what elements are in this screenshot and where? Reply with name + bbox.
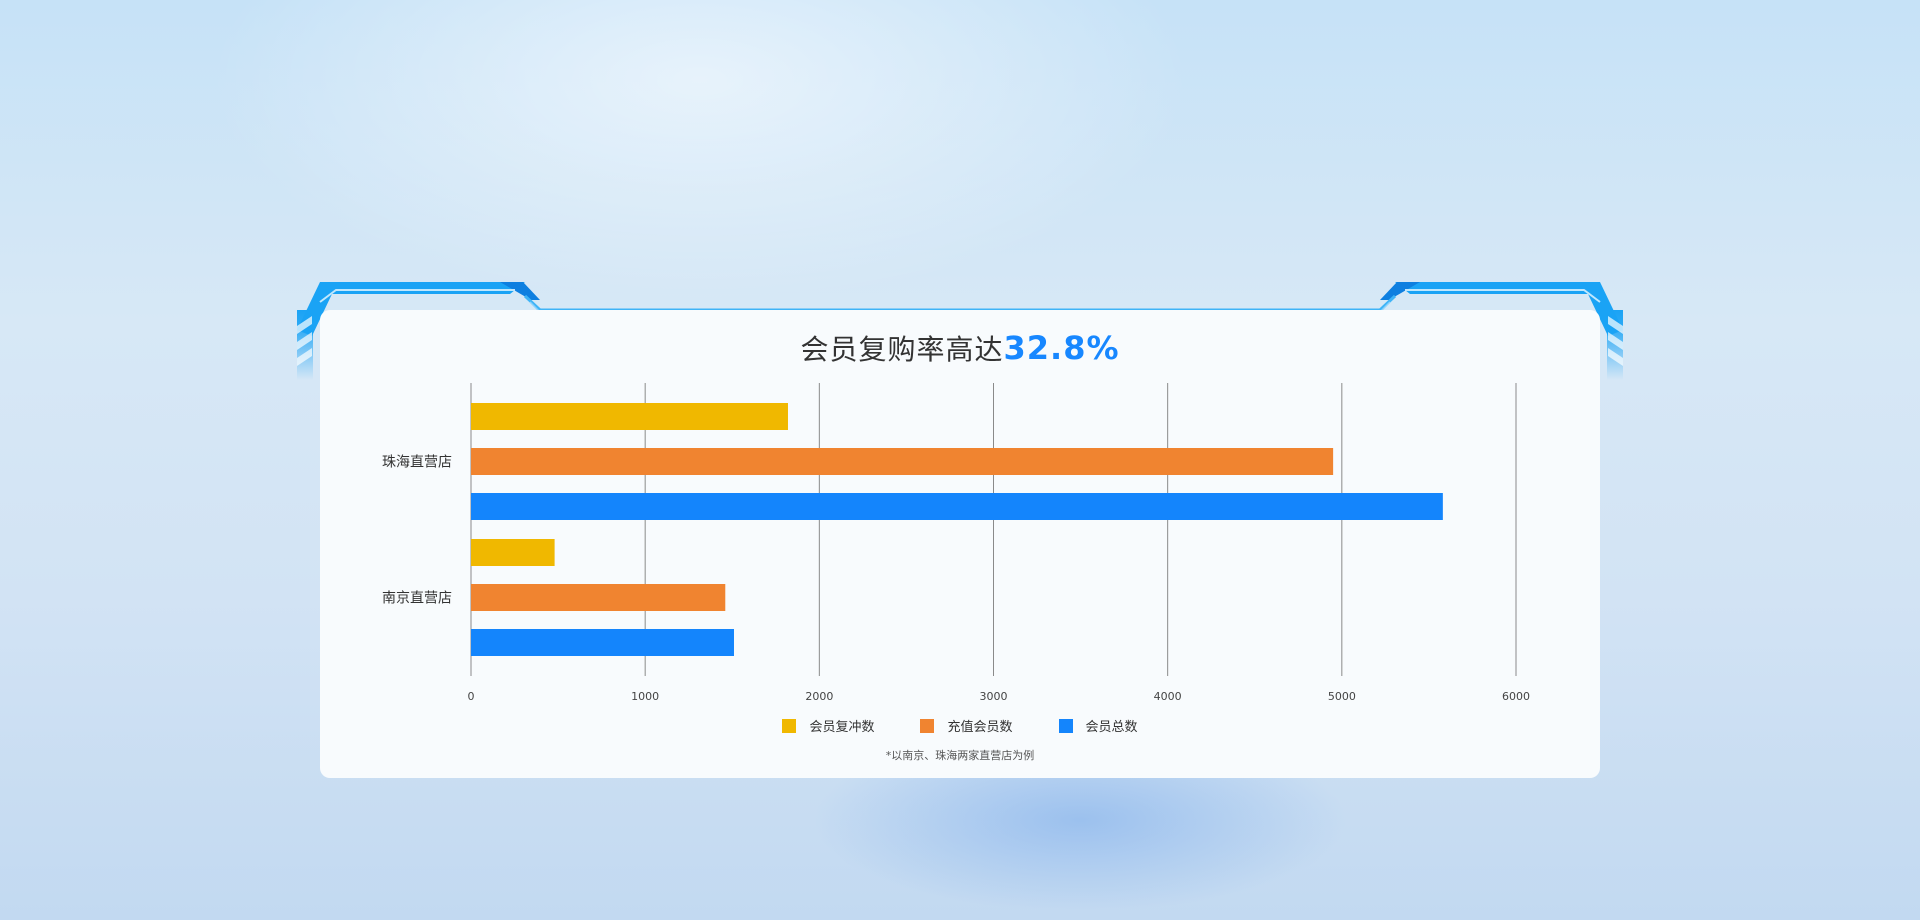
chart-legend: 会员复冲数 充值会员数 会员总数 [0,716,1920,735]
category-label: 珠海直营店 [382,454,452,471]
x-tick-label: 3000 [980,690,1008,703]
bar [471,629,734,656]
bar [471,403,788,430]
bar [471,448,1334,475]
legend-item: 会员总数 [1058,716,1138,735]
x-tick-label: 6000 [1502,690,1530,703]
legend-label: 会员总数 [1085,720,1138,735]
x-tick-label: 4000 [1154,690,1182,703]
category-label: 南京直营店 [382,590,452,607]
legend-label: 充值会员数 [947,720,1013,735]
legend-swatch-yellow [782,718,797,733]
x-tick-label: 5000 [1328,690,1356,703]
x-tick-label: 0 [468,690,475,703]
bar [471,539,555,566]
x-tick-label: 2000 [805,690,833,703]
footnote: *以南京、珠海两家直营店为例 [885,749,1035,762]
legend-item: 会员复冲数 [782,716,874,735]
legend-swatch-orange [920,718,935,733]
bar [471,493,1443,520]
bar-chart: 0 1000 2000 3000 4000 5000 6000 珠海直营店南京直营店 [382,383,1530,703]
legend-item: 充值会员数 [920,716,1013,735]
bar [471,584,726,611]
legend-swatch-blue [1058,718,1073,733]
x-tick-label: 1000 [631,690,659,703]
legend-label: 会员复冲数 [809,720,875,735]
